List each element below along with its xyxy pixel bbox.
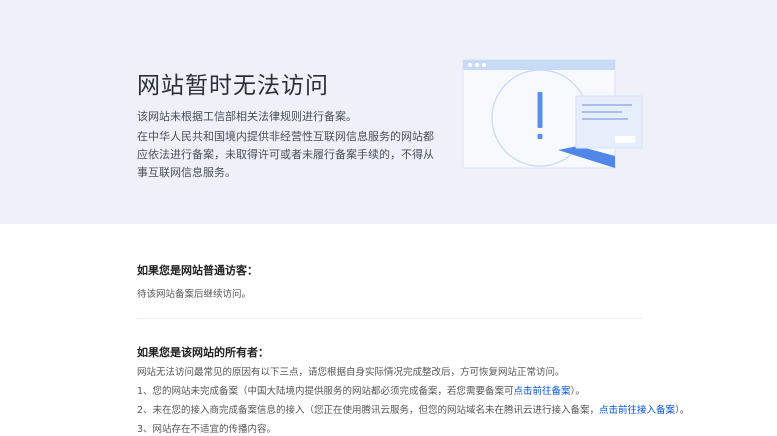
- item-1-text: 1、您的网站未完成备案（中国大陆境内提供服务的网站都必须完成备案，若您需要备案可: [137, 386, 514, 397]
- browser-warning-icon: [462, 59, 643, 169]
- owner-title: 如果您是该网站的所有者：: [137, 346, 269, 359]
- visitor-title: 如果您是网站普通访客：: [137, 264, 258, 277]
- owner-item-1: 1、您的网站未完成备案（中国大陆境内提供服务的网站都必须完成备案，若您需要备案可…: [137, 385, 642, 398]
- item-2-suffix: ）。: [675, 405, 690, 416]
- owner-intro: 网站无法访问最常见的原因有以下三点，请您根据自身实际情况完成整改后，方可恢复网站…: [137, 367, 565, 378]
- owner-item-2: 2、未在您的接入商完成备案信息的接入（您正在使用腾讯云服务，但您的网站域名未在腾…: [137, 404, 689, 417]
- item-2-text: 2、未在您的接入商完成备案信息的接入（您正在使用腾讯云服务，但您的网站域名未在腾…: [137, 405, 600, 416]
- filing-link[interactable]: 点击前往备案: [514, 386, 571, 397]
- owner-item-3: 3、网站存在不适宜的传播内容。: [137, 424, 277, 435]
- owner-section: 如果您是该网站的所有者： 网站无法访问最常见的原因有以下三点，请您根据自身实际情…: [137, 344, 689, 436]
- hero-banner: 网站暂时无法访问 该网站未根据工信部相关法律规则进行备案。 在中华人民共和国境内…: [0, 0, 777, 224]
- page-title: 网站暂时无法访问: [137, 73, 329, 99]
- divider: [137, 318, 642, 319]
- visitor-text: 待该网站备案后继续访问。: [137, 289, 252, 300]
- hero-description: 在中华人民共和国境内提供非经营性互联网信息服务的网站都应依法进行备案，未取得许可…: [137, 130, 434, 179]
- item-1-suffix: ）。: [570, 386, 585, 397]
- visitor-section: 如果您是网站普通访客： 待该网站备案后继续访问。: [137, 262, 642, 300]
- hero-subtitle: 该网站未根据工信部相关法律规则进行备案。: [137, 110, 357, 123]
- access-filing-link[interactable]: 点击前往接入备案: [599, 405, 675, 416]
